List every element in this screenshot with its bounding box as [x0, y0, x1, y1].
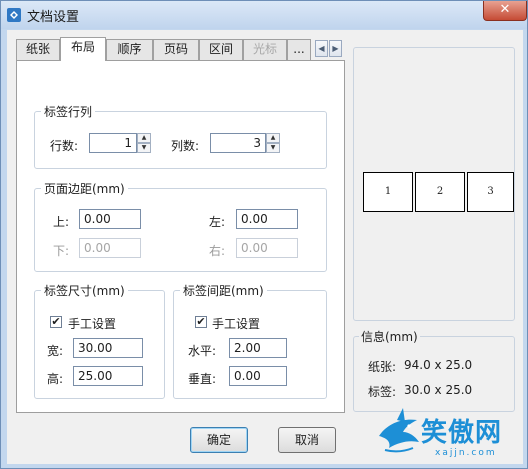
preview-label-cell: 1 [363, 172, 413, 212]
tab-paper[interactable]: 纸张 [16, 39, 60, 60]
margin-bottom-input[interactable] [79, 238, 141, 258]
info-paper-value: 94.0 x 25.0 [404, 358, 473, 372]
watermark-url: xajjn.com [435, 448, 497, 458]
cancel-button[interactable]: 取消 [278, 427, 336, 453]
margin-right-input[interactable] [236, 238, 298, 258]
close-icon: ✕ [499, 2, 511, 17]
info-panel: 纸张: 94.0 x 25.0 标签: 30.0 x 25.0 [353, 336, 515, 412]
preview-label-cell: 2 [415, 172, 465, 212]
margin-left-input[interactable] [236, 209, 298, 229]
title-bar[interactable]: 文档设置 ✕ [1, 1, 527, 29]
gap-vertical-label: 垂直: [188, 372, 217, 386]
chevron-down-icon[interactable]: ▼ [137, 143, 151, 153]
label-height-input[interactable] [73, 366, 143, 386]
tab-layout[interactable]: 布局 [60, 37, 106, 61]
close-button[interactable]: ✕ [483, 1, 527, 21]
label-gap-group: 标签间距(mm) ✔ 手工设置 水平: 垂直: [173, 282, 327, 399]
app-icon [7, 8, 21, 22]
tab-range[interactable]: 区间 [199, 39, 243, 60]
chevron-down-icon[interactable]: ▼ [266, 143, 280, 153]
tab-scroll-left-button[interactable]: ◀ [315, 40, 328, 57]
info-label-label: 标签: [368, 385, 397, 399]
tab-page-number[interactable]: 页码 [153, 39, 199, 60]
cols-input[interactable] [210, 133, 266, 153]
tab-cursor[interactable]: 光标 [243, 39, 287, 60]
label-size-legend: 标签尺寸(mm) [41, 282, 128, 299]
ok-button[interactable]: 确定 [190, 427, 248, 453]
page-margin-legend: 页面边距(mm) [41, 180, 128, 197]
label-size-manual-label: 手工设置 [68, 317, 117, 331]
watermark-text: 笑傲网 [421, 418, 503, 448]
label-gap-manual-checkbox[interactable]: ✔ [195, 316, 207, 328]
chevron-left-icon: ◀ [318, 44, 325, 53]
dialog-client-area: 纸张 布局 顺序 页码 区间 光标 ... ◀ ▶ 标签行列 行数: ▲ ▼ 列… [7, 30, 523, 464]
watermark: 笑傲网 xajjn.com [375, 406, 525, 466]
label-rows-cols-legend: 标签行列 [41, 103, 96, 120]
gap-horizontal-label: 水平: [188, 344, 217, 358]
margin-left-label: 左: [209, 215, 226, 229]
margin-bottom-label: 下: [53, 244, 70, 258]
margin-top-input[interactable] [79, 209, 141, 229]
label-width-label: 宽: [47, 344, 64, 358]
checkbox-checked-icon: ✔ [196, 315, 206, 328]
window-title: 文档设置 [27, 10, 80, 25]
chevron-right-icon: ▶ [332, 44, 339, 53]
rows-input[interactable] [89, 133, 137, 153]
label-rows-cols-group: 标签行列 行数: ▲ ▼ 列数: ▲ ▼ [34, 103, 327, 169]
margin-top-label: 上: [53, 215, 70, 229]
tab-more[interactable]: ... [287, 39, 311, 60]
cols-spinner[interactable]: ▲ ▼ [266, 133, 280, 153]
tab-order[interactable]: 顺序 [106, 39, 153, 60]
chevron-up-icon[interactable]: ▲ [137, 133, 151, 143]
shark-logo-icon [379, 408, 419, 453]
info-paper-label: 纸张: [368, 360, 397, 374]
tab-scroll-right-button[interactable]: ▶ [329, 40, 342, 57]
label-height-label: 高: [47, 372, 64, 386]
label-size-manual-checkbox[interactable]: ✔ [50, 316, 62, 328]
info-title: 信息(mm) [359, 328, 420, 345]
margin-right-label: 右: [209, 244, 226, 258]
rows-spinner[interactable]: ▲ ▼ [137, 133, 151, 153]
checkbox-checked-icon: ✔ [51, 315, 61, 328]
layout-tab-panel: 标签行列 行数: ▲ ▼ 列数: ▲ ▼ 页面边距(mm) 上: 左: [16, 60, 345, 413]
page-margin-group: 页面边距(mm) 上: 左: 下: 右: [34, 180, 327, 272]
label-gap-manual-label: 手工设置 [212, 317, 261, 331]
preview-panel: 1 2 3 [353, 47, 515, 321]
chevron-up-icon[interactable]: ▲ [266, 133, 280, 143]
gap-horizontal-input[interactable] [229, 338, 287, 358]
label-width-input[interactable] [73, 338, 143, 358]
document-settings-window: 文档设置 ✕ 纸张 布局 顺序 页码 区间 光标 ... ◀ ▶ 标签行列 行数… [0, 0, 528, 469]
rows-label: 行数: [50, 139, 79, 153]
cols-label: 列数: [171, 139, 200, 153]
label-gap-legend: 标签间距(mm) [180, 282, 267, 299]
gap-vertical-input[interactable] [229, 366, 287, 386]
info-label-value: 30.0 x 25.0 [404, 383, 473, 397]
preview-label-cell: 3 [467, 172, 514, 212]
label-size-group: 标签尺寸(mm) ✔ 手工设置 宽: 高: [34, 282, 165, 399]
